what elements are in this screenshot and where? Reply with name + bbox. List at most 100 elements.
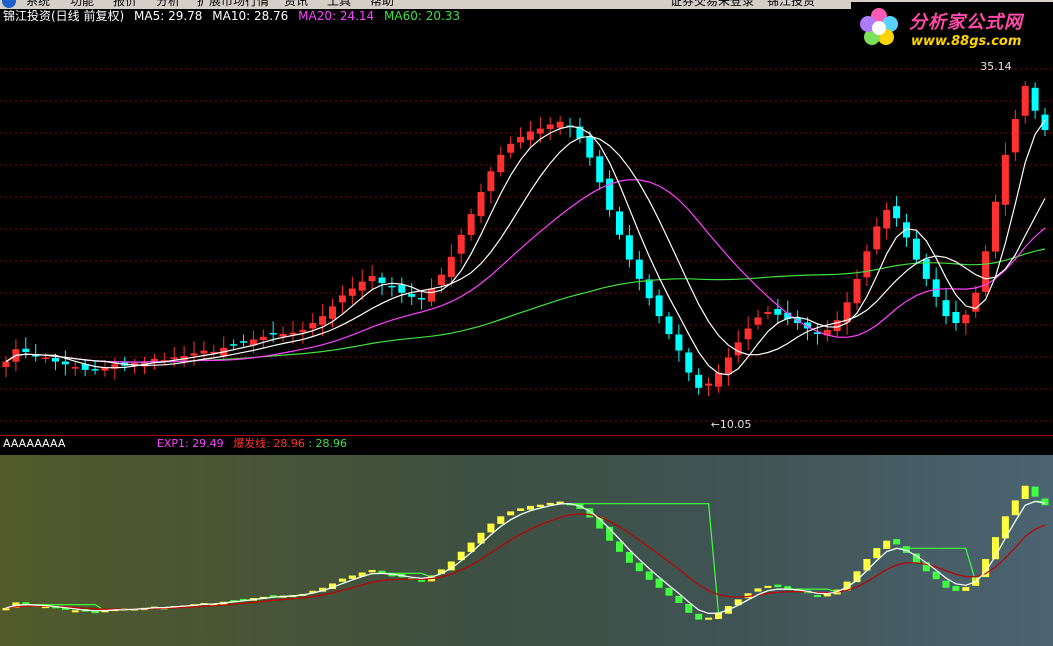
candle-body (1031, 87, 1039, 111)
candle-body (22, 348, 30, 352)
indicator-bar (962, 587, 970, 591)
price-chart[interactable]: 35.14 ←10.05 (0, 9, 1053, 435)
candle-body (289, 332, 297, 335)
indicator-bar (378, 570, 386, 574)
indicator-bar (71, 610, 79, 613)
candle-body (477, 192, 485, 217)
candle-body (517, 136, 525, 143)
candle-body (616, 211, 623, 235)
candle-body (388, 285, 396, 288)
candle-body (932, 279, 940, 297)
menu-function[interactable]: 功能 (70, 0, 94, 8)
candle-body (329, 306, 336, 319)
candle-body (200, 350, 208, 354)
candle-body (1021, 85, 1029, 116)
candle-body (556, 121, 564, 128)
candle-body (734, 342, 742, 356)
indicator-bar (526, 505, 534, 510)
indicator-name[interactable]: AAAAAAAA (3, 437, 65, 450)
indicator-bar (497, 516, 505, 524)
indicator-bar (893, 539, 901, 545)
indicator-bar (665, 587, 673, 596)
candle-body (2, 361, 10, 368)
candle-body (299, 329, 307, 333)
candle-body (428, 288, 435, 302)
indicator-bar (536, 504, 544, 507)
exp1-line (5, 500, 1046, 615)
candle-body (497, 154, 505, 173)
candle-body (91, 369, 99, 371)
candle-body (240, 341, 247, 343)
candle-body (942, 300, 950, 317)
candle-body (655, 295, 663, 317)
candle-body (309, 323, 317, 329)
indicator-bar (823, 593, 831, 597)
menu-news[interactable]: 资讯 (284, 0, 308, 8)
price-chart-canvas: 35.14 ←10.05 (0, 60, 1053, 431)
candle-body (378, 277, 386, 283)
indicator-bar (764, 585, 772, 588)
menu-extended-market[interactable]: 扩展市场行情 (197, 0, 269, 8)
indicator-bar (1021, 485, 1029, 499)
ma20-line (5, 179, 1046, 363)
indicator-bar (705, 617, 713, 620)
indicator-bar (22, 602, 30, 605)
indicator-header-row: AAAAAAAA EXP1: 29.49 爆发线: 28.96 : 28.96 (3, 437, 347, 451)
candle-body (744, 328, 752, 340)
candle-body (922, 258, 930, 279)
ma60-line (5, 248, 1046, 363)
chart-title: 锦江投资(日线 前复权) (3, 9, 125, 23)
indicator-bar (487, 523, 495, 533)
candle-body (893, 206, 901, 219)
account-name: 锦江投资 (767, 0, 816, 8)
candle-body (1001, 154, 1009, 205)
app-logo-icon (2, 0, 16, 8)
candle-body (873, 226, 881, 250)
ma60-label: MA60: 20.33 (384, 9, 461, 23)
indicator-bar (813, 595, 821, 597)
ma5-label: MA5: 29.78 (134, 9, 203, 23)
menu-analysis[interactable]: 分析 (156, 0, 180, 8)
candle-body (408, 293, 416, 297)
candle-body (724, 357, 732, 375)
indicator-bar (517, 508, 525, 511)
candle-body (348, 288, 356, 296)
brand-watermark: 分析家公式网 www.88gs.com (851, 2, 1053, 56)
indicator-bar (774, 584, 782, 588)
candle-body (368, 276, 376, 282)
candle-body (635, 259, 643, 279)
indicator-bar (675, 595, 683, 603)
brand-url[interactable]: www.88gs.com (911, 34, 1021, 49)
menu-tools[interactable]: 工具 (327, 0, 351, 8)
indicator-bar (418, 579, 426, 582)
menu-help[interactable]: 帮助 (370, 0, 394, 8)
ma10-label: MA10: 28.76 (212, 9, 289, 23)
indicator-bar (952, 586, 960, 591)
indicator-bar (645, 571, 653, 580)
candle-body (705, 383, 713, 386)
menu-quote[interactable]: 报价 (113, 0, 137, 8)
candle-body (586, 136, 594, 158)
candle-body (675, 334, 683, 351)
candle-body (952, 312, 960, 323)
candle-body (695, 374, 703, 388)
candle-body (398, 284, 406, 293)
indicator-bar (368, 570, 376, 573)
candle-body (230, 344, 238, 346)
low-price-label: ←10.05 (711, 418, 752, 431)
indicator-bar (1011, 500, 1019, 516)
candle-body (1041, 114, 1049, 130)
trade-login-status[interactable]: 证券交易未登录 (670, 0, 754, 8)
candle-body (190, 353, 198, 356)
candle-body (536, 128, 544, 134)
candle-body (42, 357, 50, 359)
indicator-bar (91, 611, 99, 614)
candle-body (170, 357, 178, 359)
candle-body (259, 336, 267, 340)
candle-body (596, 156, 604, 183)
indicator-bar (507, 511, 515, 516)
menu-system[interactable]: 系统 (26, 0, 50, 8)
indicator-bar (873, 548, 881, 559)
indicator-bar (1031, 486, 1039, 497)
indicator-chart[interactable] (0, 455, 1053, 646)
